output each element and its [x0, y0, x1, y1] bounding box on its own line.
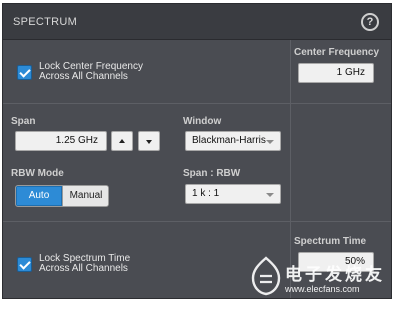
window-dropdown[interactable]: Blackman-Harris — [185, 131, 281, 151]
rbw-mode-label: RBW Mode — [11, 168, 64, 179]
span-label: Span — [11, 116, 36, 127]
panel-titlebar: SPECTRUM ? — [3, 4, 391, 40]
lock-center-frequency-sublabel: Across All Channels — [39, 71, 128, 82]
arrow-down-icon — [146, 140, 152, 144]
watermark-logo-icon — [251, 256, 281, 296]
arrow-up-icon — [119, 139, 125, 143]
span-rbw-dropdown[interactable]: 1 k : 1 — [185, 184, 281, 204]
watermark: 电子发烧友 www.elecfans.com — [245, 248, 395, 309]
window-value: Blackman-Harris — [192, 135, 266, 146]
rbw-mode-toggle: Auto Manual — [15, 185, 109, 207]
lock-spectrum-time-checkbox[interactable] — [17, 257, 32, 272]
rbw-mode-auto-button[interactable]: Auto — [16, 186, 62, 206]
center-frequency-field[interactable]: 1 GHz — [298, 63, 374, 83]
center-frequency-label: Center Frequency — [294, 47, 380, 58]
span-decrease-button[interactable] — [138, 131, 160, 151]
span-increase-button[interactable] — [111, 131, 133, 151]
rbw-mode-manual-button[interactable]: Manual — [62, 186, 108, 206]
section-divider — [3, 221, 391, 222]
watermark-text: 电子发烧友 — [285, 265, 385, 284]
window-label: Window — [183, 116, 222, 127]
chevron-down-icon — [266, 140, 274, 144]
watermark-url: www.elecfans.com — [285, 284, 360, 294]
chevron-down-icon — [266, 193, 274, 197]
panel-title: SPECTRUM — [13, 16, 78, 28]
lock-center-frequency-checkbox[interactable] — [17, 65, 32, 80]
section-divider — [3, 103, 391, 104]
lock-spectrum-time-sublabel: Across All Channels — [39, 263, 128, 274]
span-rbw-value: 1 k : 1 — [192, 188, 220, 199]
help-icon[interactable]: ? — [361, 13, 379, 31]
span-rbw-label: Span : RBW — [183, 168, 241, 179]
span-field[interactable]: 1.25 GHz — [15, 131, 107, 151]
spectrum-time-label: Spectrum Time — [294, 236, 367, 247]
